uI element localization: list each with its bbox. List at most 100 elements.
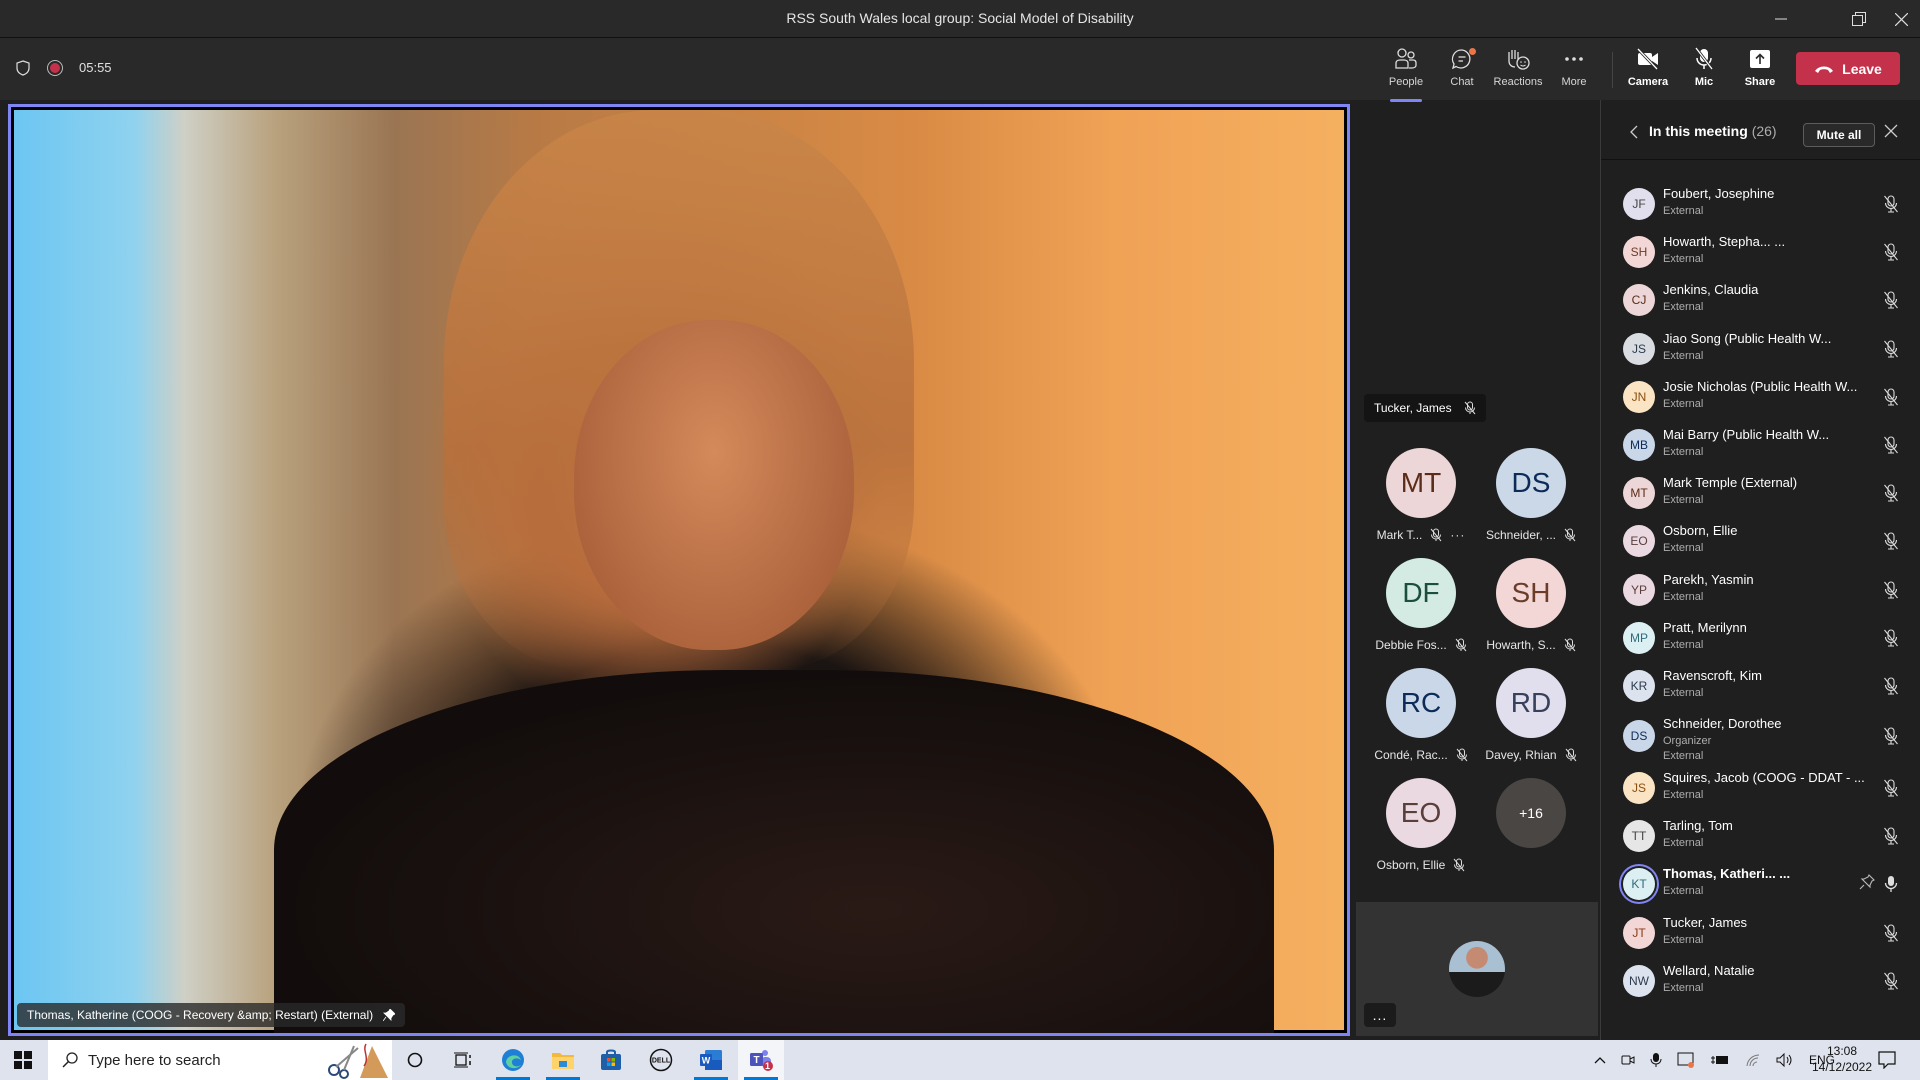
participant-tile[interactable]: MT Mark T... ···	[1366, 448, 1476, 552]
participant-row[interactable]: MB Mai Barry (Public Health W... External	[1601, 421, 1920, 469]
windows-start-icon[interactable]	[14, 1051, 32, 1069]
close-panel-icon[interactable]	[1884, 124, 1898, 138]
participant-row[interactable]: CJ Jenkins, Claudia External	[1601, 276, 1920, 324]
dell-taskbar-button[interactable]: DELL	[638, 1040, 684, 1080]
meet-now-icon[interactable]	[1677, 1052, 1695, 1068]
show-hidden-icons-chevron-icon[interactable]	[1594, 1056, 1606, 1064]
pinned-video-stage[interactable]: Thomas, Katherine (COOG - Recovery &amp;…	[8, 104, 1350, 1036]
more-button[interactable]: More	[1546, 46, 1602, 96]
minimize-button[interactable]	[1758, 0, 1804, 38]
mic-off-icon[interactable]	[1883, 778, 1899, 798]
mic-off-icon[interactable]	[1883, 971, 1899, 991]
pin-icon[interactable]	[1859, 874, 1875, 890]
chat-button[interactable]: Chat	[1434, 46, 1490, 96]
mic-off-icon[interactable]	[1883, 290, 1899, 310]
participant-row[interactable]: MP Pratt, Merilynn External	[1601, 614, 1920, 662]
participant-mic-status[interactable]	[1883, 676, 1899, 701]
participant-row[interactable]: JS Squires, Jacob (COOG - DDAT - ... Exter…	[1601, 764, 1920, 812]
participant-tile[interactable]: DS Schneider, ...	[1476, 448, 1586, 552]
mic-off-icon[interactable]	[1883, 826, 1899, 846]
store-taskbar-button[interactable]	[588, 1040, 634, 1080]
participant-tile[interactable]: RD Davey, Rhian	[1476, 668, 1586, 772]
participant-mic-status[interactable]	[1883, 435, 1899, 460]
participant-mic-status[interactable]	[1883, 826, 1899, 851]
mic-off-icon[interactable]	[1883, 242, 1899, 262]
participant-row[interactable]: JT Tucker, James External	[1601, 909, 1920, 957]
cortana-button[interactable]	[392, 1040, 438, 1080]
back-chevron-icon[interactable]	[1629, 124, 1639, 140]
participant-row[interactable]: KT Thomas, Katheri... ... External	[1601, 860, 1920, 908]
pin-icon[interactable]	[383, 1009, 396, 1021]
mute-all-button[interactable]: Mute all	[1803, 123, 1875, 147]
mic-on-icon[interactable]	[1883, 874, 1899, 894]
action-center-icon[interactable]	[1878, 1051, 1896, 1069]
participant-row[interactable]: JN Josie Nicholas (Public Health W... Exte…	[1601, 373, 1920, 421]
mic-off-icon[interactable]	[1883, 676, 1899, 696]
mic-off-icon[interactable]	[1883, 194, 1899, 214]
mic-off-icon[interactable]	[1883, 339, 1899, 359]
reactions-button[interactable]: Reactions	[1490, 46, 1546, 96]
participant-row[interactable]: JF Foubert, Josephine External	[1601, 180, 1920, 228]
participant-mic-status[interactable]	[1883, 923, 1899, 948]
wifi-icon[interactable]	[1745, 1053, 1761, 1067]
camera-button[interactable]: Camera	[1620, 46, 1676, 96]
more-participants-tile[interactable]: +16	[1476, 778, 1586, 882]
participant-mic-status[interactable]	[1883, 580, 1899, 605]
participant-mic-status[interactable]	[1883, 290, 1899, 315]
participant-mic-status[interactable]	[1883, 874, 1899, 899]
share-button[interactable]: Share	[1732, 46, 1788, 96]
mic-button[interactable]: Mic	[1676, 46, 1732, 96]
participant-row[interactable]: JS Jiao Song (Public Health W... External	[1601, 325, 1920, 373]
teams-taskbar-button[interactable]: T 1	[738, 1040, 784, 1080]
taskbar-clock[interactable]: 13:08 14/12/2022	[1804, 1043, 1880, 1075]
taskbar-search-box[interactable]: Type here to search	[48, 1040, 392, 1080]
participant-row[interactable]: EO Osborn, Ellie External	[1601, 517, 1920, 565]
participant-mic-status[interactable]	[1883, 726, 1899, 751]
leave-button[interactable]: Leave	[1796, 52, 1900, 85]
task-view-button[interactable]	[440, 1040, 486, 1080]
participant-mic-status[interactable]	[1883, 242, 1899, 267]
participant-mic-status[interactable]	[1883, 194, 1899, 219]
participant-tile[interactable]: RC Condé, Rac...	[1366, 668, 1476, 772]
mic-off-icon[interactable]	[1883, 628, 1899, 648]
participant-mic-status[interactable]	[1883, 778, 1899, 803]
restore-button[interactable]	[1836, 0, 1882, 38]
participant-row[interactable]: DS Schneider, Dorothee Organizer External	[1601, 710, 1920, 764]
mic-off-icon[interactable]	[1883, 387, 1899, 407]
participant-mic-status[interactable]	[1883, 531, 1899, 556]
participant-row[interactable]: MT Mark Temple (External) External	[1601, 469, 1920, 517]
participant-row[interactable]: KR Ravenscroft, Kim External	[1601, 662, 1920, 710]
tile-more-options-icon[interactable]: ···	[1450, 528, 1465, 542]
camera-in-use-icon[interactable]	[1621, 1053, 1635, 1067]
self-view-more-button[interactable]: ...	[1364, 1003, 1396, 1027]
participant-row[interactable]: SH Howarth, Stepha... ... External	[1601, 228, 1920, 276]
participant-row[interactable]: NW Wellard, Natalie External	[1601, 957, 1920, 1005]
close-window-button[interactable]	[1878, 0, 1920, 38]
mic-off-icon[interactable]	[1883, 435, 1899, 455]
participant-tile[interactable]: EO Osborn, Ellie	[1366, 778, 1476, 882]
participant-mic-status[interactable]	[1883, 483, 1899, 508]
pin-button[interactable]	[1859, 874, 1875, 895]
participant-tile[interactable]: SH Howarth, S...	[1476, 558, 1586, 662]
participant-mic-status[interactable]	[1883, 971, 1899, 996]
mic-off-icon[interactable]	[1883, 483, 1899, 503]
microphone-in-use-icon[interactable]	[1650, 1052, 1662, 1068]
participant-mic-status[interactable]	[1883, 387, 1899, 412]
edge-taskbar-button[interactable]	[490, 1040, 536, 1080]
mic-off-icon[interactable]	[1883, 580, 1899, 600]
participant-mic-status[interactable]	[1883, 628, 1899, 653]
participant-mic-status[interactable]	[1883, 339, 1899, 364]
participant-tile[interactable]: DF Debbie Fos...	[1366, 558, 1476, 662]
people-button[interactable]: People	[1378, 46, 1434, 102]
mic-off-icon[interactable]	[1883, 531, 1899, 551]
mic-off-icon[interactable]	[1883, 726, 1899, 746]
word-taskbar-button[interactable]: W	[688, 1040, 734, 1080]
self-view-tile[interactable]: ...	[1356, 902, 1598, 1036]
file-explorer-taskbar-button[interactable]	[540, 1040, 586, 1080]
volume-icon[interactable]	[1776, 1053, 1794, 1067]
participant-row[interactable]: TT Tarling, Tom External	[1601, 812, 1920, 860]
mic-off-icon[interactable]	[1883, 923, 1899, 943]
shield-icon[interactable]	[16, 60, 30, 76]
battery-charging-icon[interactable]	[1710, 1054, 1730, 1066]
participant-row[interactable]: YP Parekh, Yasmin External	[1601, 566, 1920, 614]
